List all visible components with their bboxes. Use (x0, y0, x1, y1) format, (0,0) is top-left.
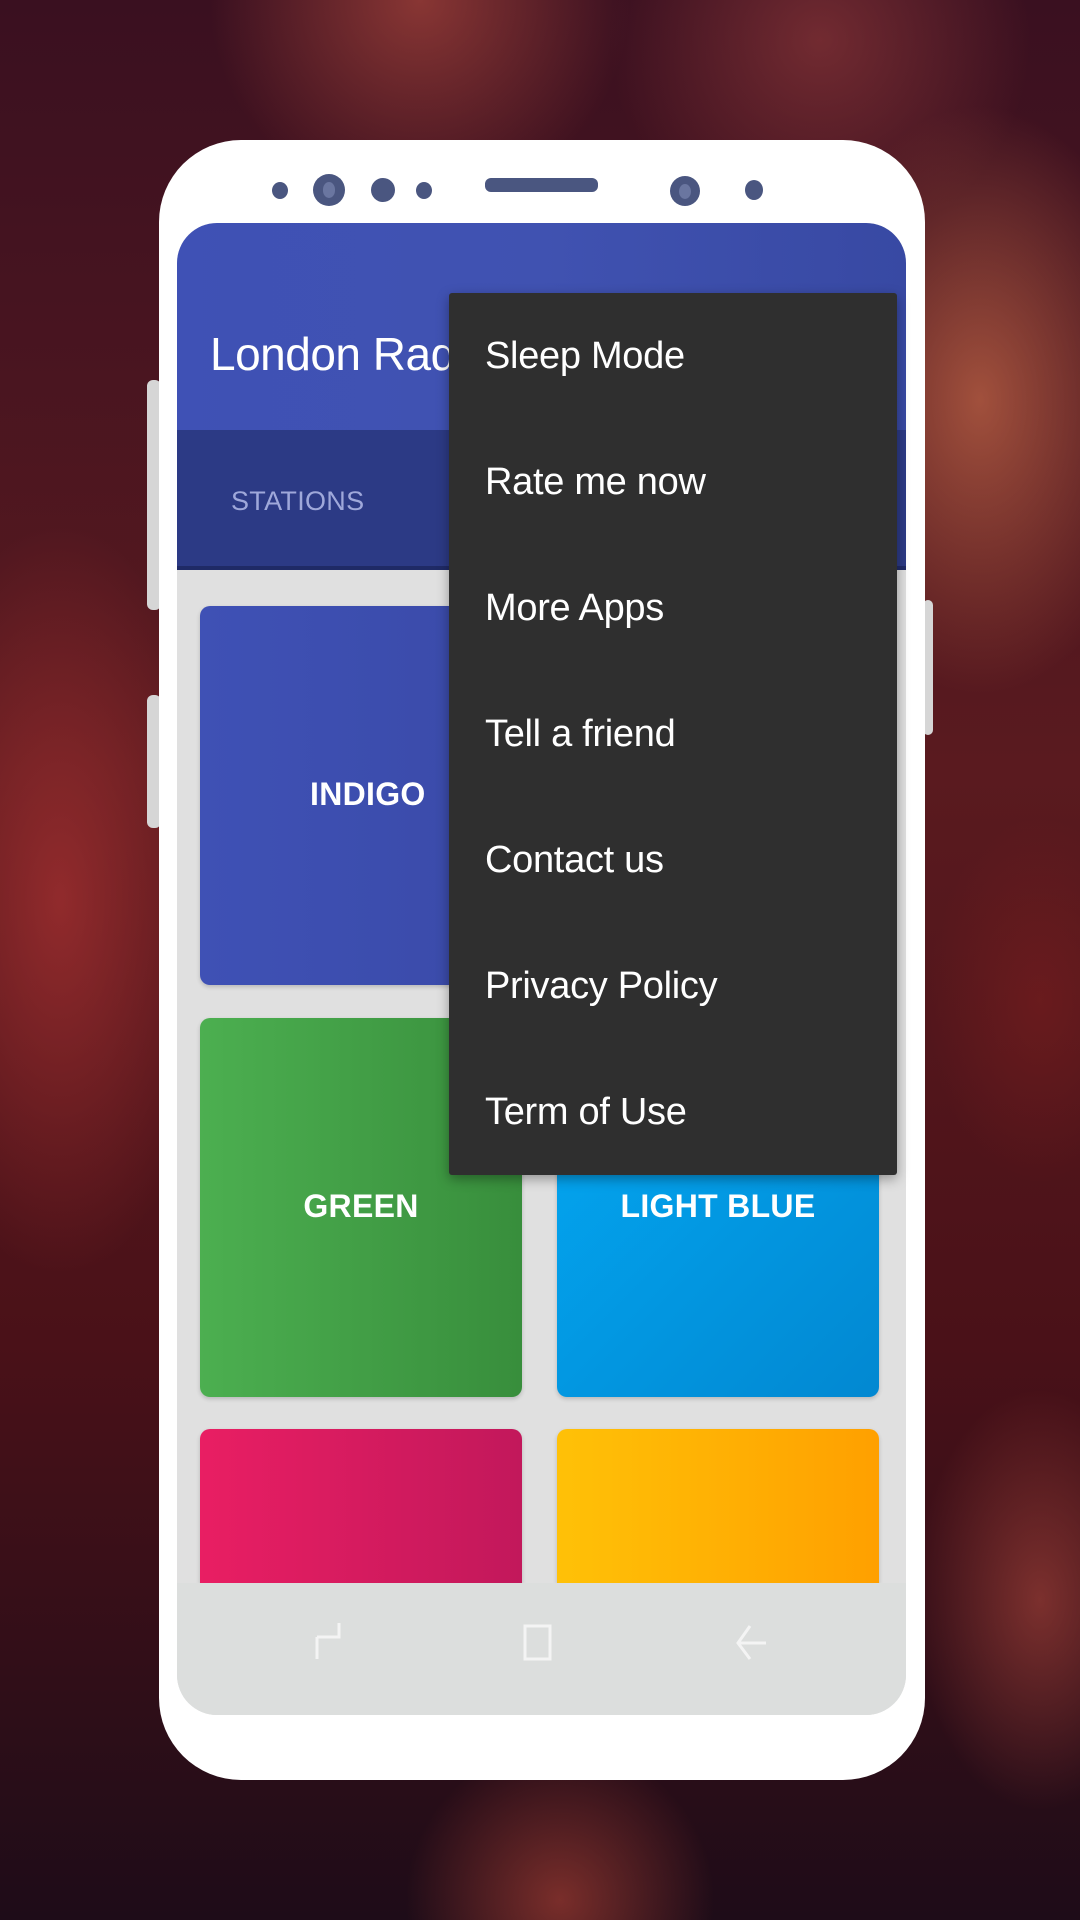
recents-icon (315, 1623, 341, 1659)
sensor-dot (745, 180, 763, 200)
menu-item-tell-a-friend[interactable]: Tell a friend (449, 671, 897, 797)
menu-item-rate-me-now[interactable]: Rate me now (449, 419, 897, 545)
iris-scanner-icon (670, 176, 700, 206)
theme-card-pink[interactable] (200, 1429, 522, 1583)
sensor-dot (371, 178, 395, 202)
app-title: London Rad (210, 328, 456, 380)
front-camera-icon (313, 174, 345, 206)
sensor-dot (416, 182, 432, 199)
system-nav-bar (177, 1583, 906, 1715)
card-label: GREEN (303, 1188, 419, 1224)
back-button[interactable] (722, 1613, 782, 1673)
recents-button[interactable] (303, 1613, 363, 1673)
menu-item-sleep-mode[interactable]: Sleep Mode (449, 293, 897, 419)
overflow-menu: Sleep Mode Rate me now More Apps Tell a … (449, 293, 897, 1175)
menu-item-contact-us[interactable]: Contact us (449, 797, 897, 923)
menu-item-privacy-policy[interactable]: Privacy Policy (449, 923, 897, 1049)
card-label: INDIGO (310, 776, 426, 812)
menu-item-more-apps[interactable]: More Apps (449, 545, 897, 671)
sensor-dot (272, 182, 288, 199)
theme-card-amber[interactable] (557, 1429, 879, 1583)
tab-stations[interactable]: STATIONS (231, 486, 364, 517)
home-icon (523, 1624, 552, 1661)
card-label: LIGHT BLUE (620, 1188, 816, 1224)
menu-item-term-of-use[interactable]: Term of Use (449, 1049, 897, 1175)
home-button[interactable] (507, 1613, 567, 1673)
earpiece-speaker (485, 178, 598, 192)
back-icon (736, 1625, 766, 1660)
